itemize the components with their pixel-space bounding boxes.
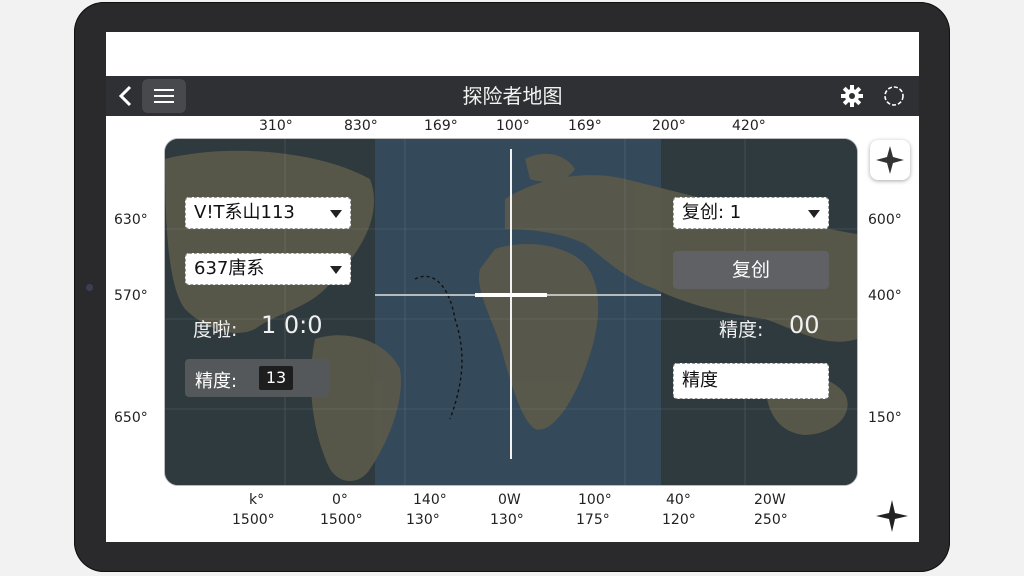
app-title: 探险者地图 bbox=[462, 84, 563, 108]
hamburger-line bbox=[154, 101, 174, 103]
world-map[interactable]: V!T系山113 637唐系 度啦: 1 0:0 精度: 13 复创: 1 复创… bbox=[164, 138, 858, 486]
left-tick: 570° bbox=[114, 288, 148, 304]
left-tick: 650° bbox=[114, 410, 148, 426]
app-screen: 探险者地图 310° 830° 169° 100° 169° 200° 420°… bbox=[106, 32, 919, 542]
chevron-down-icon bbox=[808, 210, 820, 218]
select-value: 复创: 1 bbox=[682, 202, 742, 223]
select-value: 637唐系 bbox=[194, 258, 265, 279]
bottom-tick: 175° bbox=[576, 512, 610, 528]
bottom-tick: k° bbox=[249, 492, 265, 508]
top-tick: 310° bbox=[259, 118, 293, 134]
front-camera bbox=[86, 284, 93, 291]
sparkle-star-icon[interactable] bbox=[874, 498, 910, 534]
hamburger-menu-icon bbox=[154, 89, 174, 91]
top-tick: 200° bbox=[652, 118, 686, 134]
copy-mode-select[interactable]: 复创: 1 bbox=[673, 197, 829, 229]
chevron-down-icon bbox=[330, 266, 342, 274]
bottom-tick: 130° bbox=[406, 512, 440, 528]
bottom-tick: 130° bbox=[490, 512, 524, 528]
precision-label-right: 精度: bbox=[719, 319, 764, 341]
bottom-tick: 0° bbox=[332, 492, 348, 508]
coordinate-system-select[interactable]: V!T系山113 bbox=[185, 197, 351, 229]
top-tick: 830° bbox=[344, 118, 378, 134]
bottom-tick: 140° bbox=[413, 492, 447, 508]
bottom-tick: 100° bbox=[578, 492, 612, 508]
top-tick: 169° bbox=[424, 118, 458, 134]
precision-chip[interactable]: 精度: 13 bbox=[185, 359, 329, 397]
datum-select[interactable]: 637唐系 bbox=[185, 253, 351, 285]
right-tick: 600° bbox=[868, 212, 902, 228]
bottom-tick: 1500° bbox=[232, 512, 275, 528]
compass-star-icon bbox=[876, 146, 904, 174]
top-tick: 169° bbox=[568, 118, 602, 134]
top-tick: 420° bbox=[732, 118, 766, 134]
top-bar: 探险者地图 bbox=[106, 76, 919, 116]
bottom-tick: 120° bbox=[662, 512, 696, 528]
readout-value: 1 0:0 bbox=[261, 311, 323, 339]
select-value: V!T系山113 bbox=[194, 202, 295, 223]
menu-button[interactable] bbox=[142, 79, 186, 113]
bottom-tick: 1500° bbox=[320, 512, 363, 528]
bottom-tick: 0W bbox=[498, 492, 521, 508]
readout-label: 度啦: bbox=[193, 319, 238, 341]
precision-input[interactable]: 精度 bbox=[673, 363, 829, 399]
right-tick: 400° bbox=[868, 288, 902, 304]
top-tick: 100° bbox=[496, 118, 530, 134]
dashed-circle-icon[interactable] bbox=[882, 84, 906, 108]
bottom-tick: 250° bbox=[754, 512, 788, 528]
bottom-tick: 20W bbox=[754, 492, 786, 508]
chevron-left-icon bbox=[118, 85, 132, 107]
right-tick: 150° bbox=[868, 410, 902, 426]
back-button[interactable] bbox=[114, 82, 138, 110]
hamburger-line bbox=[154, 95, 174, 97]
compass-button[interactable] bbox=[870, 140, 910, 180]
chevron-down-icon bbox=[330, 210, 342, 218]
left-tick: 630° bbox=[114, 212, 148, 228]
precision-label: 精度: bbox=[195, 371, 238, 392]
gear-icon[interactable] bbox=[840, 84, 864, 108]
precision-value-right: 00 bbox=[789, 311, 820, 339]
copy-button[interactable]: 复创 bbox=[673, 251, 829, 289]
bottom-tick: 40° bbox=[666, 492, 691, 508]
precision-value: 13 bbox=[259, 366, 293, 390]
